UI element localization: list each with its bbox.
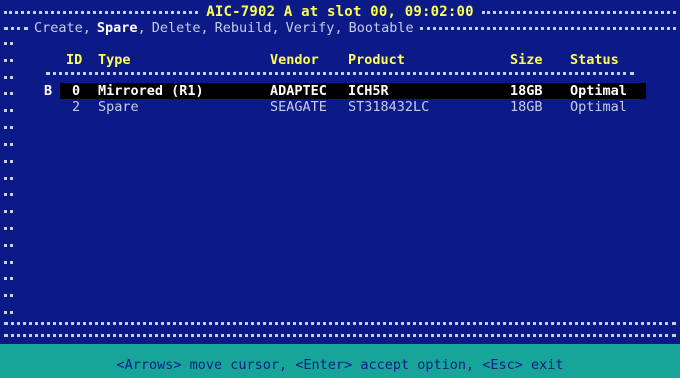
row-size: 18GB	[510, 83, 543, 99]
header-divider	[46, 72, 634, 75]
menu-separator: ,	[334, 20, 343, 36]
row-type: Spare	[98, 99, 139, 115]
header-status: Status	[570, 52, 619, 68]
menu-rule-left	[4, 26, 28, 30]
menu-item-verify[interactable]: Verify	[286, 20, 335, 36]
row-id: 2	[72, 99, 81, 115]
menu-separator: ,	[137, 20, 146, 36]
menu-rule-right	[419, 26, 676, 30]
left-border	[4, 42, 14, 314]
key-help-text: <Arrows> move cursor, <Enter> accept opt…	[116, 357, 564, 373]
menu-bar: Create, Spare, Delete, Rebuild, Verify, …	[4, 20, 676, 36]
menu-item-spare[interactable]: Spare	[97, 20, 138, 36]
menu-item-bootable[interactable]: Bootable	[349, 20, 414, 36]
bottom-divider	[4, 334, 676, 337]
row-type: Mirrored (R1)	[98, 83, 204, 99]
menu-item-rebuild[interactable]: Rebuild	[215, 20, 272, 36]
screen-title: AIC-7902 A at slot 00, 09:02:00	[206, 4, 474, 20]
row-size: 18GB	[510, 99, 543, 115]
title-bar: AIC-7902 A at slot 00, 09:02:00	[4, 4, 676, 20]
title-rule-right	[481, 10, 676, 14]
menu-separator: ,	[271, 20, 280, 36]
status-bar: <Arrows> move cursor, <Enter> accept opt…	[0, 344, 680, 378]
row-product: ICH5R	[348, 83, 389, 99]
row-product: ST318432LC	[348, 99, 430, 115]
title-rule-left	[4, 10, 199, 14]
menu: Create, Spare, Delete, Rebuild, Verify, …	[28, 20, 414, 36]
row-status: Optimal	[570, 83, 627, 99]
menu-item-create[interactable]: Create	[34, 20, 83, 36]
bios-array-manager-screen: AIC-7902 A at slot 00, 09:02:00 Create, …	[0, 0, 680, 378]
bottom-divider	[4, 322, 676, 325]
row-id: 0	[72, 83, 81, 99]
boot-marker: B	[44, 83, 53, 99]
table-row-selected[interactable]: 0 Mirrored (R1) ADAPTEC ICH5R 18GB Optim…	[60, 83, 646, 99]
table-row[interactable]: 2 Spare SEAGATE ST318432LC 18GB Optimal	[60, 99, 646, 115]
menu-separator: ,	[82, 20, 91, 36]
menu-separator: ,	[200, 20, 209, 36]
header-type: Type	[98, 52, 131, 68]
menu-item-delete[interactable]: Delete	[152, 20, 201, 36]
row-vendor: SEAGATE	[270, 99, 327, 115]
row-status: Optimal	[570, 99, 627, 115]
row-vendor: ADAPTEC	[270, 83, 327, 99]
header-size: Size	[510, 52, 543, 68]
header-product: Product	[348, 52, 405, 68]
header-id: ID	[66, 52, 83, 68]
header-vendor: Vendor	[270, 52, 319, 68]
